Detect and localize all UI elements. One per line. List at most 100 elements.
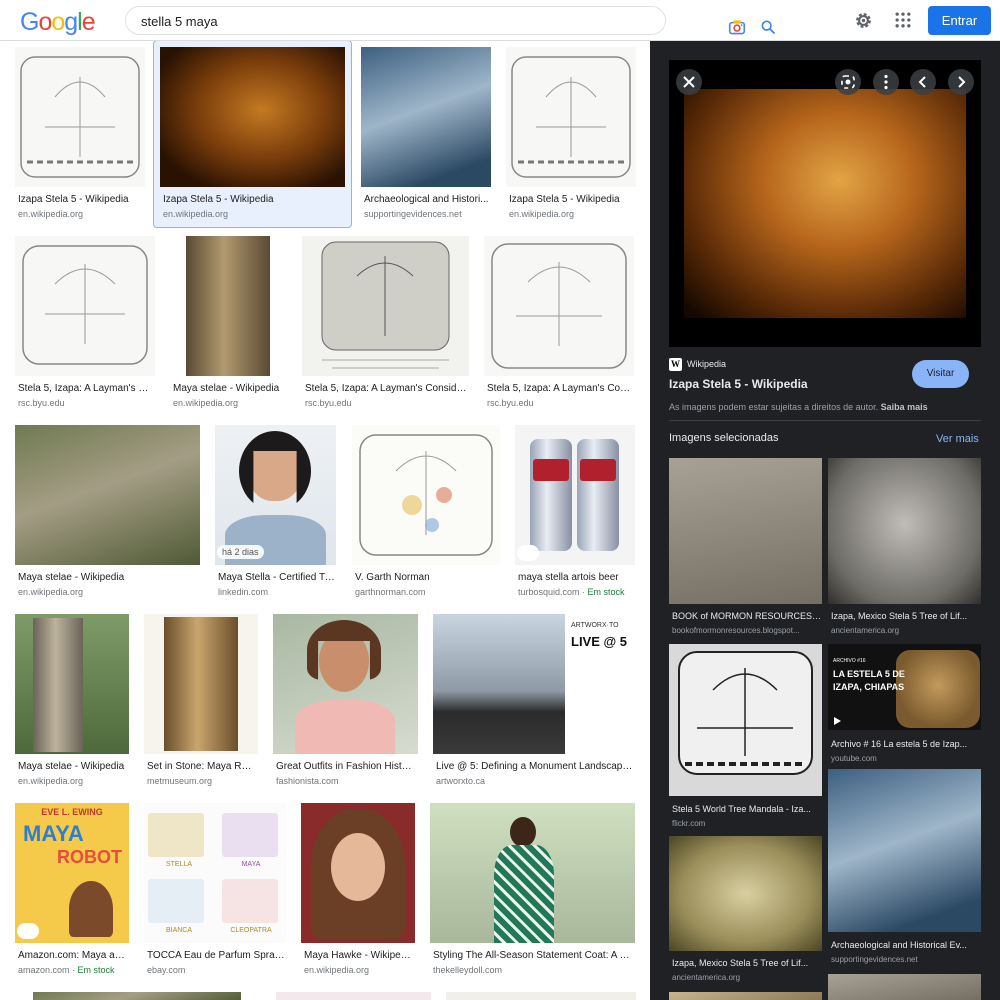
result-title[interactable]: Izapa Stela 5 - Wikipedia <box>163 194 343 205</box>
preview-image[interactable] <box>684 89 966 318</box>
result-thumbnail[interactable] <box>170 236 286 376</box>
image-result[interactable]: Izapa Stela 5 - Wikipedia en.wikipedia.o… <box>506 47 636 227</box>
result-title[interactable]: Maya stelae - Wikipedia <box>18 572 198 583</box>
result-title[interactable]: Archaeological and Histori... <box>364 194 490 205</box>
result-thumbnail[interactable] <box>430 803 635 943</box>
related-thumbnail[interactable] <box>669 644 822 796</box>
result-thumbnail[interactable] <box>301 803 415 943</box>
close-button[interactable] <box>676 69 702 95</box>
related-image[interactable]: Izapa, Mexico Stela 5 Tree of Lif... anc… <box>669 836 822 996</box>
result-title[interactable]: Great Outfits in Fashion Histor... <box>276 761 417 772</box>
result-title[interactable]: Izapa Stela 5 - Wikipedia <box>509 194 634 205</box>
related-thumbnail[interactable] <box>828 458 981 604</box>
image-result[interactable]: Izapa Stela 5 - Wikipedia en.wikipedia.o… <box>15 47 145 227</box>
related-image[interactable] <box>669 992 822 1000</box>
result-title[interactable]: V. Garth Norman <box>355 572 499 583</box>
image-result[interactable]: Great Outfits in Fashion Histor... fashi… <box>273 614 418 794</box>
image-result[interactable]: ARTWORX·TO LIVE @ 5 Live @ 5: Defining a… <box>433 614 635 794</box>
related-title[interactable]: Stela 5 World Tree Mandala - Iza... <box>672 804 822 814</box>
related-title[interactable]: Izapa, Mexico Stela 5 Tree of Lif... <box>672 958 822 968</box>
image-result[interactable]: Set in Stone: Maya Rul... metmuseum.org <box>144 614 258 794</box>
image-result[interactable]: Stela 5, Izapa: A Layman's Co... rsc.byu… <box>15 236 155 416</box>
related-image[interactable]: Izapa, Mexico Stela 5 Tree of Lif... anc… <box>828 458 981 638</box>
result-thumbnail[interactable] <box>160 47 345 187</box>
see-more-link[interactable]: Ver mais <box>936 433 979 445</box>
image-result[interactable]: Stela 5, Izapa: A Layman's Cons... rsc.b… <box>484 236 634 416</box>
image-result[interactable] <box>446 992 636 1000</box>
related-thumbnail[interactable] <box>669 836 822 951</box>
result-thumbnail[interactable] <box>506 47 636 187</box>
result-thumbnail[interactable] <box>15 614 129 754</box>
related-thumbnail[interactable] <box>669 992 822 1000</box>
result-title[interactable]: TOCCA Eau de Parfum Spray ... <box>147 950 285 961</box>
image-result[interactable]: V. Garth Norman garthnorman.com <box>352 425 500 605</box>
result-title[interactable]: Maya stelae - Wikipedia <box>173 383 285 394</box>
result-title[interactable]: Maya stelae - Wikipedia <box>18 761 128 772</box>
result-thumbnail[interactable] <box>446 992 636 1000</box>
image-result[interactable]: Maya stelae - Wikipedia en.wikipedia.org <box>170 236 286 416</box>
learn-more-link[interactable]: Saiba mais <box>881 402 928 412</box>
related-thumbnail[interactable] <box>828 974 981 1000</box>
source-site-name[interactable]: Wikipedia <box>687 359 726 369</box>
image-result[interactable]: Maya stelae - Wikipedia en.wikipedia.org <box>15 425 200 605</box>
image-result[interactable]: Archaeological and Histori... supporting… <box>361 47 491 227</box>
search-input[interactable] <box>141 12 581 30</box>
more-options-button[interactable] <box>873 69 899 95</box>
result-title[interactable]: Maya Stella - Certified Tr... <box>218 572 335 583</box>
related-thumbnail[interactable] <box>669 458 822 604</box>
result-title[interactable]: Stela 5, Izapa: A Layman's Co... <box>18 383 153 394</box>
image-result[interactable]: Stela 5, Izapa: A Layman's Consider... r… <box>302 236 469 416</box>
result-thumbnail[interactable] <box>33 992 241 1000</box>
apps-grid-icon[interactable] <box>893 10 913 30</box>
image-result[interactable] <box>276 992 431 1000</box>
result-thumbnail[interactable] <box>352 425 500 565</box>
image-result[interactable]: STELLA MAYA BIANCA CLEOPATRA TOCCA Eau d… <box>144 803 286 983</box>
result-title[interactable]: Live @ 5: Defining a Monument Landscape … <box>436 761 634 772</box>
result-title[interactable]: Stela 5, Izapa: A Layman's Cons... <box>487 383 633 394</box>
gear-icon[interactable] <box>853 10 874 31</box>
image-result[interactable]: Maya Hawke - Wikipedia en.wikipedia.org <box>301 803 415 983</box>
result-thumbnail[interactable] <box>15 236 155 376</box>
result-thumbnail[interactable] <box>515 425 635 565</box>
related-image[interactable] <box>828 974 981 1000</box>
image-result[interactable] <box>33 992 241 1000</box>
related-title[interactable]: Izapa, Mexico Stela 5 Tree of Lif... <box>831 611 981 621</box>
result-thumbnail[interactable]: há 2 dias <box>215 425 336 565</box>
result-thumbnail[interactable]: STELLA MAYA BIANCA CLEOPATRA <box>144 803 286 943</box>
related-title[interactable]: Archaeological and Historical Ev... <box>831 940 981 950</box>
sign-in-button[interactable]: Entrar <box>928 6 991 35</box>
lens-button[interactable] <box>835 69 861 95</box>
image-result[interactable]: Styling The All-Season Statement Coat: A… <box>430 803 635 983</box>
image-result[interactable]: maya stella artois beer turbosquid.com ·… <box>515 425 635 605</box>
result-title[interactable]: Styling The All-Season Statement Coat: A… <box>433 950 634 961</box>
result-thumbnail[interactable] <box>144 614 258 754</box>
image-result[interactable]: há 2 dias Maya Stella - Certified Tr... … <box>215 425 336 605</box>
result-thumbnail[interactable] <box>15 425 200 565</box>
google-logo[interactable]: Google <box>20 8 96 37</box>
related-image[interactable]: BOOK of MORMON RESOURCES:... bookofmormo… <box>669 458 822 638</box>
result-title[interactable]: maya stella artois beer <box>518 572 634 583</box>
camera-icon[interactable] <box>728 19 746 35</box>
related-image[interactable]: Stela 5 World Tree Mandala - Iza... flic… <box>669 644 822 834</box>
related-video[interactable]: ARCHIVO #16 LA ESTELA 5 DE IZAPA, CHIAPA… <box>828 644 981 764</box>
result-thumbnail[interactable]: EVE L. EWING MAYA ROBOT <box>15 803 129 943</box>
image-result[interactable]: Maya stelae - Wikipedia en.wikipedia.org <box>15 614 129 794</box>
result-thumbnail[interactable]: ARTWORX·TO LIVE @ 5 <box>433 614 635 754</box>
result-title[interactable]: Amazon.com: Maya an... <box>18 950 128 961</box>
related-image[interactable]: Archaeological and Historical Ev... supp… <box>828 769 981 964</box>
result-thumbnail[interactable] <box>273 614 418 754</box>
related-title[interactable]: BOOK of MORMON RESOURCES:... <box>672 611 822 621</box>
result-thumbnail[interactable] <box>302 236 469 376</box>
result-title[interactable]: Maya Hawke - Wikipedia <box>304 950 414 961</box>
related-thumbnail[interactable] <box>828 769 981 932</box>
result-title[interactable]: Stela 5, Izapa: A Layman's Consider... <box>305 383 468 394</box>
result-title[interactable]: Izapa Stela 5 - Wikipedia <box>18 194 143 205</box>
previous-button[interactable] <box>910 69 936 95</box>
related-thumbnail[interactable]: ARCHIVO #16 LA ESTELA 5 DE IZAPA, CHIAPA… <box>828 644 981 730</box>
related-title[interactable]: Archivo # 16 La estela 5 de Izap... <box>831 739 981 749</box>
result-title[interactable]: Set in Stone: Maya Rul... <box>147 761 257 772</box>
result-thumbnail[interactable] <box>15 47 145 187</box>
next-button[interactable] <box>948 69 974 95</box>
image-result-selected[interactable]: Izapa Stela 5 - Wikipedia en.wikipedia.o… <box>153 41 352 228</box>
result-thumbnail[interactable] <box>276 992 431 1000</box>
